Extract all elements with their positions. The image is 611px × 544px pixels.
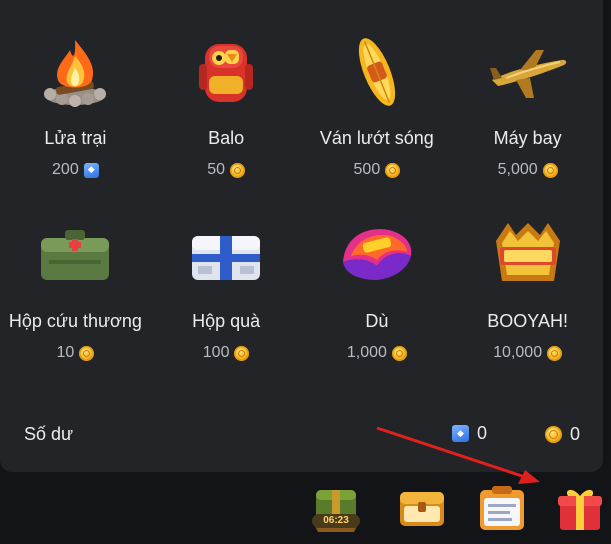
item-price: 100	[203, 344, 250, 362]
coin-icon	[230, 162, 246, 178]
bottom-bar: 06:23	[0, 472, 611, 544]
coin-icon	[79, 345, 95, 361]
shop-page: Lửa trại 200 ◆ Balo 50 Ván lướt sóng 500…	[0, 0, 611, 544]
coin-icon	[545, 426, 562, 443]
price-value: 10,000	[493, 344, 543, 361]
shop-item[interactable]: Dù 1,000	[302, 213, 453, 362]
item-price: 10	[56, 344, 95, 362]
golden-chest-icon	[400, 492, 444, 526]
booyah-icon	[486, 213, 570, 297]
coin-icon	[542, 162, 558, 178]
calendar-button[interactable]	[476, 484, 528, 534]
coin-icon	[234, 345, 250, 361]
calendar-board-icon	[480, 486, 524, 530]
price-value: 100	[202, 344, 230, 361]
item-name: Máy bay	[493, 128, 562, 148]
shop-item[interactable]: Hộp quà 100	[151, 213, 302, 362]
price-value: 5,000	[497, 161, 538, 178]
item-name: Ván lướt sóng	[319, 128, 434, 148]
medkit-icon	[33, 213, 117, 297]
gift-button[interactable]	[554, 484, 606, 534]
item-price: 5,000	[498, 161, 558, 179]
balance-row: Số dư ◆ 0 0	[0, 418, 603, 452]
balance-label: Số dư	[24, 424, 74, 444]
item-grid: Lửa trại 200 ◆ Balo 50 Ván lướt sóng 500…	[0, 30, 603, 362]
shop-item[interactable]: Máy bay 5,000	[452, 30, 603, 179]
golden-chest-button[interactable]	[396, 484, 448, 534]
item-price: 1,000	[347, 344, 407, 362]
timer-badge: 06:23	[312, 514, 360, 528]
coin-balance-value: 0	[570, 424, 581, 444]
coin-icon	[547, 345, 563, 361]
coin-icon	[385, 162, 401, 178]
shop-item[interactable]: Hộp cứu thương 10	[0, 213, 151, 362]
price-value: 200	[52, 161, 79, 178]
shop-item[interactable]: Lửa trại 200 ◆	[0, 30, 151, 179]
diamond-balance: ◆ 0	[452, 423, 487, 444]
shop-item[interactable]: Balo 50	[151, 30, 302, 179]
gift-icon	[558, 489, 602, 530]
item-price: 500	[354, 161, 401, 179]
shop-item[interactable]: BOOYAH! 10,000	[452, 213, 603, 362]
shop-item[interactable]: Ván lướt sóng 500	[302, 30, 453, 179]
gift-box-icon	[184, 213, 268, 297]
item-name: Lửa trại	[44, 128, 107, 148]
shop-panel: Lửa trại 200 ◆ Balo 50 Ván lướt sóng 500…	[0, 0, 603, 472]
diamond-icon: ◆	[83, 162, 99, 178]
campfire-icon	[33, 30, 117, 114]
item-name: Hộp quà	[192, 311, 261, 331]
coin-icon	[391, 345, 407, 361]
item-price: 10,000	[493, 344, 563, 362]
diamond-icon: ◆	[452, 425, 469, 442]
price-value: 1,000	[346, 344, 387, 361]
item-price: 50	[207, 161, 246, 179]
surfboard-icon	[335, 30, 419, 114]
item-name: Hộp cứu thương	[8, 311, 142, 331]
item-name: Balo	[208, 128, 245, 148]
price-value: 10	[56, 344, 75, 361]
price-value: 50	[207, 161, 226, 178]
airplane-icon	[486, 30, 570, 114]
backpack-icon	[184, 30, 268, 114]
item-name: BOOYAH!	[487, 311, 568, 331]
item-price: 200 ◆	[52, 161, 99, 179]
treasure-chest-button[interactable]: 06:23	[310, 484, 362, 534]
diamond-balance-value: 0	[477, 423, 488, 443]
item-name: Dù	[365, 311, 389, 331]
price-value: 500	[353, 161, 381, 178]
parachute-icon	[335, 213, 419, 297]
coin-balance: 0	[545, 424, 580, 445]
